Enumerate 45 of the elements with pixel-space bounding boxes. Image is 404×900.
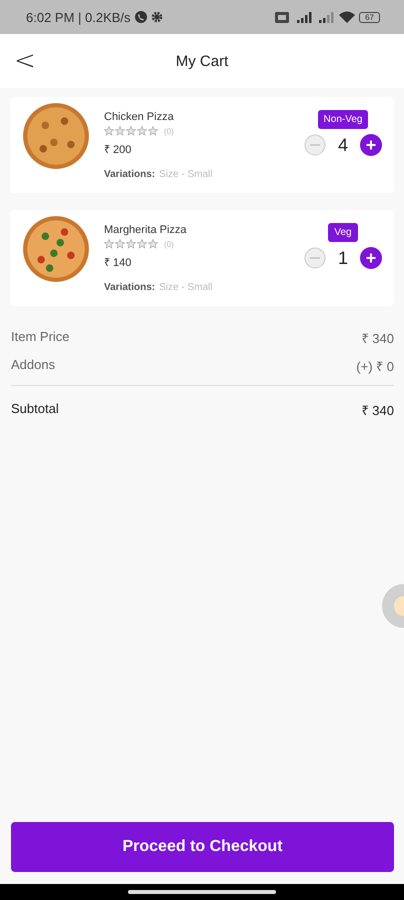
variation-label: Variations: bbox=[104, 169, 156, 180]
summary-value: ₹ 340 bbox=[362, 330, 394, 347]
increase-button[interactable] bbox=[360, 247, 382, 269]
summary-label: Subtotal bbox=[11, 401, 59, 418]
quantity-value: 1 bbox=[338, 248, 348, 268]
rating-count: (0) bbox=[164, 126, 174, 136]
rating-count: (0) bbox=[164, 240, 174, 248]
home-indicator[interactable] bbox=[128, 890, 276, 894]
variation-label: Variations: bbox=[104, 282, 156, 293]
summary-value: (+) ₹ 0 bbox=[356, 358, 394, 375]
summary-label: Addons bbox=[11, 357, 56, 374]
star-icon bbox=[126, 239, 136, 249]
star-icon bbox=[104, 239, 114, 249]
star-icon bbox=[137, 239, 147, 249]
wifi-icon bbox=[339, 11, 356, 23]
item-price: ₹ 200 bbox=[104, 143, 132, 156]
phone-icon bbox=[134, 11, 147, 23]
back-button[interactable]: < bbox=[0, 48, 36, 74]
decrease-button[interactable] bbox=[304, 134, 326, 156]
star-icon bbox=[126, 126, 136, 136]
summary-value: ₹ 340 bbox=[362, 402, 394, 419]
star-icon bbox=[148, 239, 158, 249]
checkout-button[interactable]: Proceed to Checkout bbox=[11, 822, 394, 872]
page-title: My Cart bbox=[176, 52, 228, 70]
variation-value: Size - Small bbox=[159, 169, 212, 180]
increase-button[interactable] bbox=[360, 134, 382, 156]
decrease-button[interactable] bbox=[304, 247, 326, 269]
star-icon bbox=[104, 126, 114, 136]
item-name: Margherita Pizza bbox=[104, 224, 188, 236]
status-time: 6:02 PM | 0.2KB/s bbox=[26, 10, 131, 24]
battery-level: 67 bbox=[359, 12, 380, 22]
sim-icon bbox=[275, 12, 290, 22]
star-icon bbox=[115, 239, 125, 249]
settings-icon bbox=[150, 11, 163, 23]
category-badge: Non-Veg bbox=[318, 110, 368, 129]
signal-icon bbox=[317, 11, 336, 23]
summary-label: Item Price bbox=[11, 329, 70, 346]
variation-value: Size - Small bbox=[159, 282, 212, 293]
category-badge: Veg bbox=[328, 223, 358, 242]
star-icon bbox=[137, 126, 147, 136]
quantity-value: 4 bbox=[338, 134, 348, 156]
item-price: ₹ 140 bbox=[104, 256, 132, 269]
star-icon bbox=[148, 126, 158, 136]
item-name: Chicken Pizza bbox=[104, 111, 175, 123]
star-icon bbox=[115, 126, 125, 136]
